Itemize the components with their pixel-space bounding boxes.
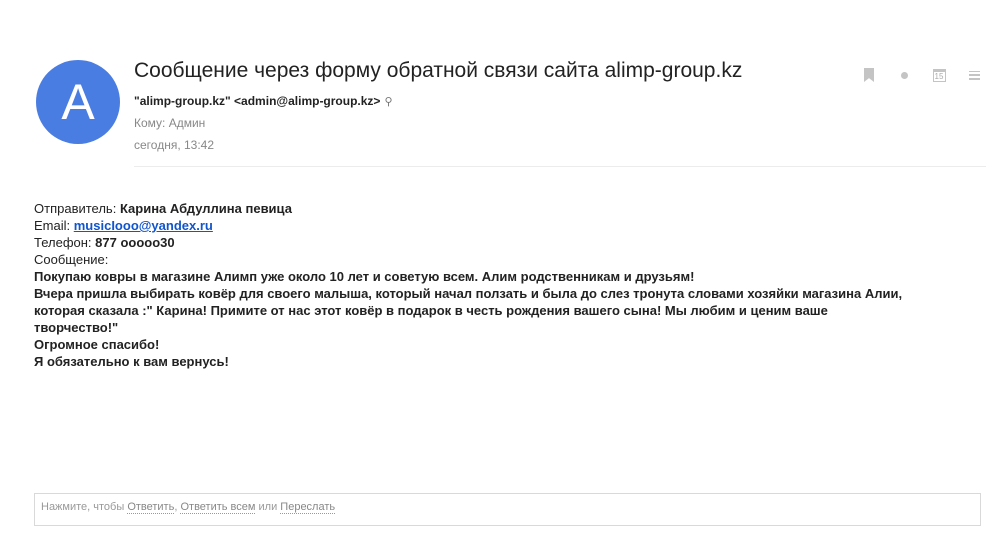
message-line: творчество!" <box>34 320 119 335</box>
reply-prefix: Нажмите, чтобы <box>41 501 125 513</box>
email-subject: Сообщение через форму обратной связи сай… <box>134 59 743 82</box>
phone-value: 877 ooooo30 <box>95 235 175 250</box>
phone-label: Телефон: <box>34 235 92 250</box>
message-line: Я обязательно к вам вернусь! <box>34 354 229 369</box>
forward-link[interactable]: Переслать <box>280 501 336 514</box>
message-actions: 15 <box>860 66 983 84</box>
dot-icon[interactable] <box>895 66 913 84</box>
email-label: Email: <box>34 218 71 233</box>
reply-separator: , <box>174 501 178 513</box>
message-line: Покупаю ковры в магазине Алимп уже около… <box>34 269 695 284</box>
reply-or: или <box>258 501 278 513</box>
sender-label: Отправитель: <box>34 201 117 216</box>
message-label: Сообщение: <box>34 252 109 267</box>
sender-avatar: A <box>36 60 120 144</box>
calendar-icon[interactable]: 15 <box>930 66 948 84</box>
email-row: Email: musicIooo@yandex.ru <box>34 217 984 234</box>
sender-address[interactable]: "alimp-group.kz" <admin@alimp-group.kz> <box>134 94 380 108</box>
email-link[interactable]: musicIooo@yandex.ru <box>74 218 213 233</box>
bookmark-icon[interactable] <box>860 66 878 84</box>
message-text: Покупаю ковры в магазине Алимп уже около… <box>34 268 984 370</box>
reply-box[interactable]: Нажмите, чтобы Ответить, Ответить всем и… <box>34 493 981 526</box>
sender-line: "alimp-group.kz" <admin@alimp-group.kz> ⚲ <box>134 94 393 108</box>
recipient-line: Кому: Админ <box>134 116 206 130</box>
message-line: Вчера пришла выбирать ковёр для своего м… <box>34 286 903 301</box>
search-icon[interactable]: ⚲ <box>384 95 392 108</box>
sender-row: Отправитель: Карина Абдуллина певица <box>34 200 984 217</box>
reply-link[interactable]: Ответить <box>127 501 175 514</box>
sender-name: Карина Абдуллина певица <box>119 201 292 216</box>
avatar-letter: A <box>61 74 95 130</box>
message-line: Огромное спасибо! <box>34 337 160 352</box>
reply-all-link[interactable]: Ответить всем <box>180 501 256 514</box>
header-divider <box>134 166 986 167</box>
calendar-day: 15 <box>932 68 946 82</box>
message-body: Отправитель: Карина Абдуллина певица Ema… <box>34 200 984 370</box>
phone-row: Телефон: 877 ooooo30 <box>34 234 984 251</box>
message-line: которая сказала :" Карина! Примите от на… <box>34 303 828 318</box>
menu-icon[interactable] <box>965 66 983 84</box>
message-label-row: Сообщение: <box>34 251 984 268</box>
email-date: сегодня, 13:42 <box>134 138 215 152</box>
